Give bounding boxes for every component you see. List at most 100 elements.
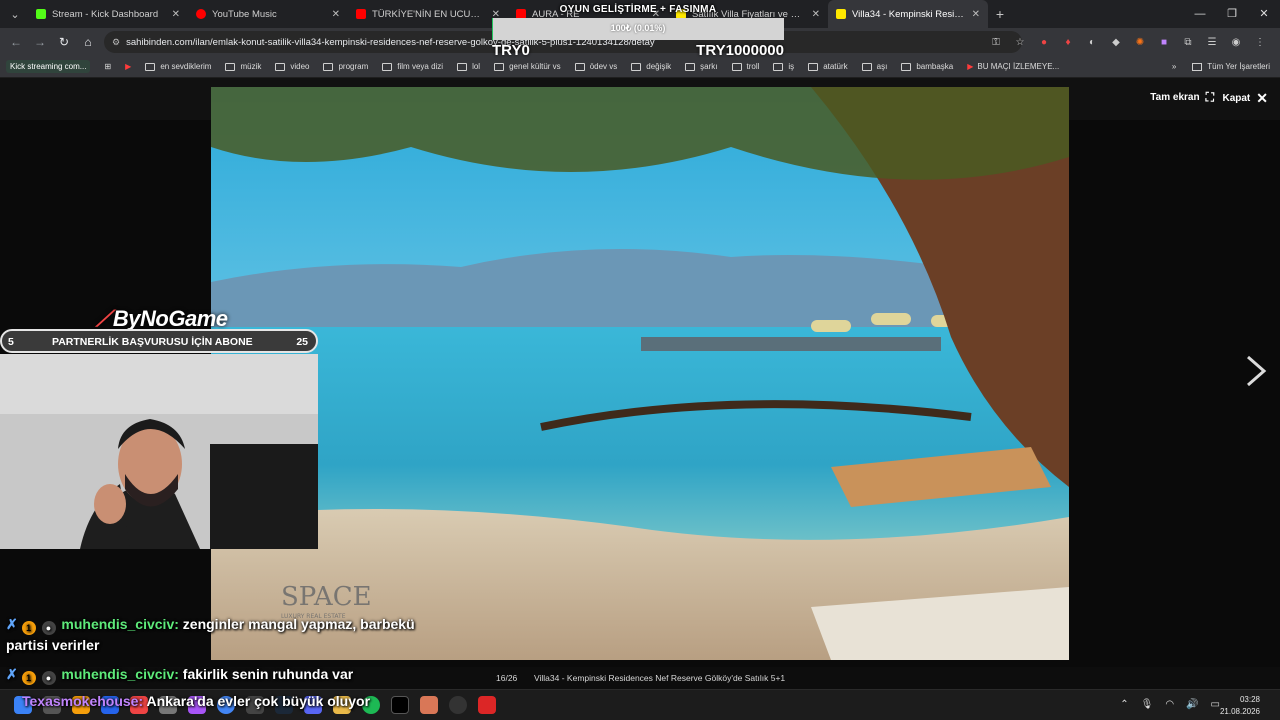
chevron-right-icon[interactable] [1240,353,1270,389]
tab-youtube-music[interactable]: YouTube Music ✕ [188,0,348,28]
tab-villa34[interactable]: Villa34 - Kempinski Residences ✕ [828,0,988,28]
profile-avatar[interactable]: ◉ [1224,37,1248,48]
x-icon[interactable] [391,696,409,714]
app-circle-icon[interactable] [449,696,467,714]
system-tray: ⌃ 🎙 ◠ 🔊 ▭ [1120,699,1220,710]
extension-drop-icon[interactable]: ♦ [1056,37,1080,48]
folder-icon [808,62,819,71]
donation-goal-overlay: 100₺ (0.01%) OYUN GELİŞTİRME + FASINMA T… [492,2,784,60]
bookmark-label: en sevdiklerim [160,62,212,71]
close-gallery-button[interactable]: Kapat ✕ [1222,90,1268,107]
bookmark-folder[interactable]: lol [457,62,480,71]
volume-icon[interactable]: 🔊 [1186,699,1198,710]
bookmark-label: genel kültür vs [509,62,561,71]
chevron-double-right-icon[interactable]: » [1172,62,1176,71]
password-key-icon[interactable]: ⚿ [984,37,1008,48]
chat-text: partisi verirler [6,637,100,653]
chat-username[interactable]: muhendis_civciv: [61,666,179,682]
bookmark-label: lol [472,62,481,71]
bookmark-folder[interactable]: video [275,62,309,71]
bookmark-folder[interactable]: genel kültür vs [494,62,561,71]
chat-message: ✗ 1 ● muhendis_civciv: fakirlik senin ru… [6,664,353,685]
sahibinden-icon [836,9,846,19]
extensions-puzzle-icon[interactable]: ⧉ [1176,37,1200,48]
bookmark-folder[interactable]: müzik [225,62,261,71]
app-orange-icon[interactable] [420,696,438,714]
clock[interactable]: 03:28 21.08.2026 [1220,694,1260,718]
battery-icon[interactable]: ▭ [1211,699,1220,710]
extension-icon[interactable]: ◐ [1080,37,1104,48]
listing-photo[interactable]: SPACE LUXURY REAL ESTATE [211,87,1069,660]
tab-title: TÜRKİYE'NİN EN UCUZ ÇİĞ KÖ [372,8,486,20]
back-icon[interactable]: ← [4,35,28,49]
microphone-icon[interactable]: 🎙 [1141,699,1154,710]
bookmark-folder[interactable]: değişik [631,62,671,71]
photo-counter: 16/26 [496,673,518,683]
reading-list-icon[interactable]: ☰ [1200,37,1224,48]
home-icon[interactable]: ⌂ [76,35,100,49]
bookmark-label: atatürk [823,62,848,71]
minimize-icon[interactable]: — [1184,0,1216,28]
bookmark-kick[interactable]: Kick streaming com... [6,60,91,73]
chat-username[interactable]: muhendis_civciv: [61,616,179,632]
apps-grid-icon[interactable]: ⊞ [104,62,111,71]
screen: ⌄ Stream - Kick Dashboard ✕ YouTube Musi… [0,0,1280,720]
tab-search-button[interactable]: ⌄ [2,4,28,24]
bookmark-label: Kick streaming com... [10,62,87,71]
bookmark-label: iş [788,62,795,71]
bookmark-folder[interactable]: bambaşka [901,62,953,71]
new-tab-button[interactable]: + [988,6,1012,22]
extension-diamond-icon[interactable]: ◆ [1104,37,1128,48]
extension-gear-icon[interactable]: ✺ [1128,37,1152,48]
chat-username[interactable]: Texasmokehouse: [22,693,143,709]
all-bookmarks[interactable]: » Tüm Yer İşaretleri [1172,62,1270,71]
chevron-up-icon[interactable]: ⌃ [1120,699,1128,710]
moderator-sword-icon: ✗ [6,666,18,682]
youtube-icon [356,9,366,19]
extension-purple-icon[interactable]: ■ [1152,37,1176,48]
bookmark-star-icon[interactable]: ☆ [1008,37,1032,48]
bookmark-folder[interactable]: ödev vs [574,62,617,71]
window-controls: — ❐ ✕ [1184,0,1280,28]
youtube-bookmark-icon[interactable]: ▶ [125,62,131,71]
folder-icon [631,62,642,71]
bookmark-folder[interactable]: film veya dizi [382,62,443,71]
fullscreen-button[interactable]: Tam ekran ⛶ [1150,90,1214,105]
beach-photo-image: SPACE LUXURY REAL ESTATE [211,87,1069,660]
goal-min: TRY0 [492,42,530,59]
bookmark-folder[interactable]: atatürk [808,62,848,71]
folder-icon [275,62,286,71]
bookmark-label: değişik [646,62,672,71]
folder-icon [1192,62,1203,71]
tab-kick-dashboard[interactable]: Stream - Kick Dashboard ✕ [28,0,188,28]
menu-dots-icon[interactable]: ⋮ [1248,37,1272,48]
close-icon[interactable]: ✕ [332,9,340,20]
folder-icon [685,62,696,71]
app-red2-icon[interactable] [478,696,496,714]
close-icon[interactable]: ✕ [172,9,180,20]
close-icon: ✕ [1256,90,1268,106]
wifi-icon[interactable]: ◠ [1165,699,1174,710]
bookmark-folder[interactable]: iş [773,62,794,71]
gifter-badge-icon: ● [41,621,56,635]
close-label: Kapat [1222,93,1251,104]
close-icon[interactable]: ✕ [972,9,980,20]
extension-red-icon[interactable]: ● [1032,37,1056,48]
bookmark-folder[interactable]: troll [731,62,759,71]
close-icon[interactable]: ✕ [812,9,820,20]
bookmark-folder[interactable]: şarkı [685,62,718,71]
bookmark-folder[interactable]: program [323,62,368,71]
forward-icon[interactable]: → [28,35,52,49]
photo-caption: Villa34 - Kempinski Residences Nef Reser… [534,673,786,683]
bookmark-folder[interactable]: en sevdiklerim [145,62,211,71]
goal-max: TRY1000000 [696,42,784,59]
tab-youtube-video[interactable]: TÜRKİYE'NİN EN UCUZ ÇİĞ KÖ ✕ [348,0,508,28]
reload-icon[interactable]: ↻ [52,35,76,49]
site-info-icon[interactable]: ⚙ [112,37,120,48]
chat-message: ✗ 1 ● muhendis_civciv: zenginler mangal … [6,614,415,635]
restore-icon[interactable]: ❐ [1216,0,1248,28]
close-window-icon[interactable]: ✕ [1248,0,1280,28]
bookmark-folder[interactable]: aşı [861,62,887,71]
folder-icon [494,62,505,71]
bookmark-youtube[interactable]: ▶ BU MAÇI İZLEMEYE... [967,62,1059,71]
